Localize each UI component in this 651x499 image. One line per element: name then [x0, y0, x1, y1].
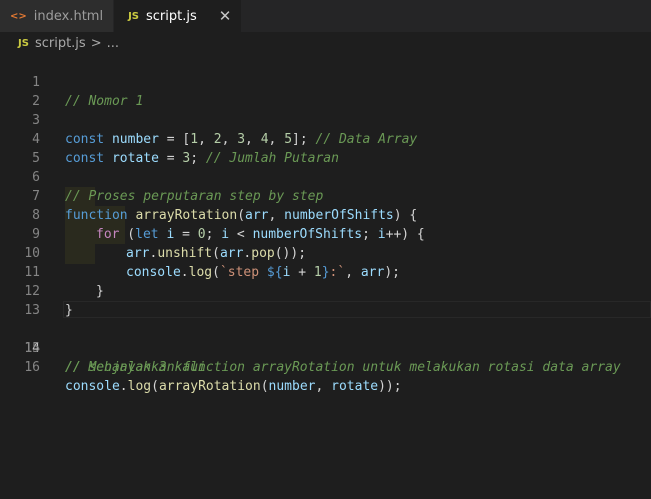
breadcrumb-file[interactable]: script.js — [35, 36, 86, 51]
tab-bar: <> index.html JS script.js ✕ — [0, 0, 651, 32]
close-icon[interactable]: ✕ — [219, 7, 232, 25]
punct: )); — [378, 379, 402, 394]
code-line: 5 — [0, 130, 651, 166]
line-number: 16 — [24, 360, 40, 375]
variable: console — [65, 379, 120, 394]
breadcrumb: JS script.js > ... — [0, 32, 651, 54]
js-icon: JS — [18, 37, 29, 49]
code-line: 2 — [0, 73, 651, 109]
punct: ( — [151, 379, 159, 394]
code-line: 4 const rotate = 3; // Jumlah Putaran — [0, 111, 651, 166]
chevron-right-icon: > — [90, 35, 102, 51]
current-line-highlight — [63, 301, 651, 318]
function-call: arrayRotation — [158, 379, 261, 394]
code-line: 15 // sebanyak 3 kali — [0, 320, 651, 375]
comment: // sebanyak 3 kali — [65, 360, 206, 375]
code-line: 10 console.log(`step ${i + 1}:`, arr); — [0, 225, 651, 280]
code-line: 6 // Proses perputaran step by step — [0, 149, 651, 204]
code-line: 7 function arrayRotation(arr, numberOfSh… — [0, 168, 651, 223]
code-line: 1 // Nomor 1 — [0, 54, 651, 109]
code-line: 12 } — [0, 263, 651, 318]
breadcrumb-trail[interactable]: ... — [107, 36, 119, 51]
variable: rotate — [331, 379, 379, 394]
html-icon: <> — [10, 10, 27, 22]
code-line: 3 const number = [1, 2, 3, 4, 5]; // Dat… — [0, 92, 651, 147]
code-line: 16 console.log(arrayRotation(number, rot… — [0, 339, 651, 394]
tab-label: script.js — [146, 8, 197, 24]
code-line-current: 14 // Menjalankan function arrayRotation… — [0, 301, 651, 375]
method: log — [127, 379, 152, 394]
js-icon: JS — [128, 10, 140, 22]
code-line: 9 arr.unshift(arr.pop()); — [0, 206, 651, 261]
code-editor[interactable]: 1 // Nomor 1 2 3 const number = [1, 2, 3… — [0, 54, 651, 499]
punct: ( — [260, 379, 269, 394]
code-line: 8 for (let i = 0; i < numberOfShifts; i+… — [0, 187, 651, 242]
punct: . — [119, 379, 128, 394]
code-line: 13 — [0, 282, 651, 318]
code-line: 11 } — [0, 244, 651, 299]
punct: , — [315, 379, 332, 394]
tab-label: index.html — [33, 8, 104, 24]
tab-index-html[interactable]: <> index.html — [0, 0, 115, 32]
tab-script-js[interactable]: JS script.js ✕ — [114, 0, 243, 32]
variable: number — [268, 379, 316, 394]
